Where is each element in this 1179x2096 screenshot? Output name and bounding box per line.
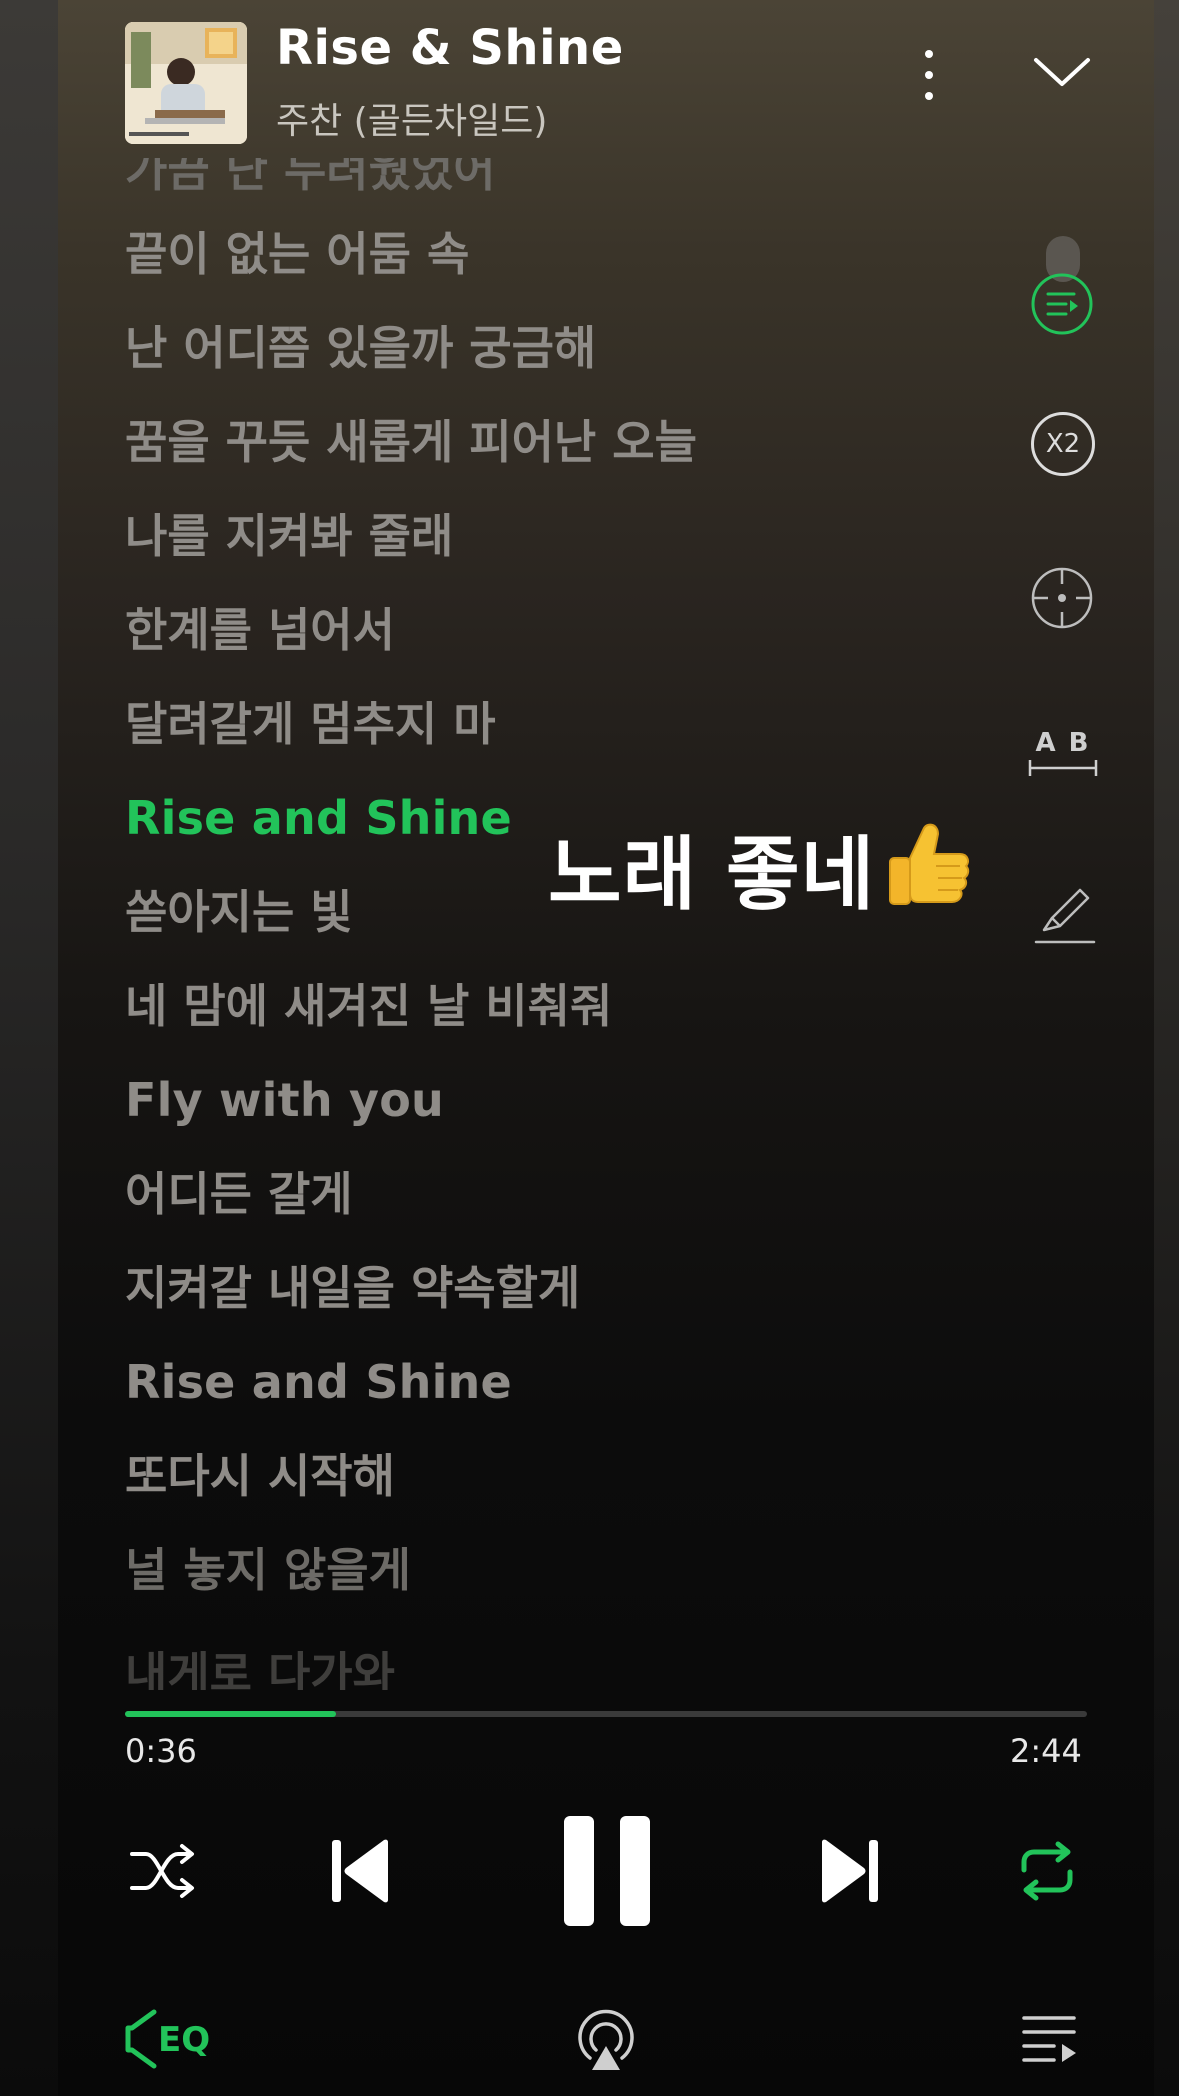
lyric-line[interactable]: 꿈을 꾸듯 새롭게 피어난 오늘 [125,412,697,472]
lyric-line[interactable]: 나를 지켜봐 줄래 [125,506,453,566]
lyric-line[interactable]: 가끔 난 두려웠었어 [125,158,496,200]
lyric-line[interactable]: 어디든 갈게 [125,1164,353,1224]
left-backdrop [0,0,58,2096]
lyric-line[interactable]: 네 맘에 새겨진 날 비춰줘 [125,976,612,1036]
highlighter-icon[interactable] [1032,878,1098,948]
lyric-line[interactable]: 한계를 넘어서 [125,600,395,660]
lyric-line[interactable]: 또다시 시작해 [125,1446,395,1506]
eq-icon [125,2009,157,2069]
repeat-icon[interactable] [1014,1840,1080,1902]
lyric-line[interactable]: Fly with you [125,1070,444,1130]
lyric-line[interactable]: 끝이 없는 어둠 속 [125,224,469,284]
eq-button[interactable]: EQ [124,2008,211,2070]
lyric-line[interactable]: Rise and Shine [125,1352,512,1412]
seek-bar[interactable] [125,1711,1087,1717]
overlay-comment: 노래 좋네 [548,828,876,921]
elapsed-time: 0:36 [125,1732,197,1770]
lyrics-mode-icon[interactable] [1030,272,1094,336]
track-title: Rise & Shine [276,20,624,76]
lyric-line[interactable]: 내게로 다가와 [125,1644,395,1690]
ab-repeat-icon[interactable]: A B [1028,728,1098,778]
speed-icon[interactable]: X2 [1031,412,1095,476]
lyric-line-active[interactable]: Rise and Shine [125,788,512,848]
eq-label: EQ [158,2020,211,2060]
lyric-line[interactable]: 널 놓지 않을게 [125,1540,411,1600]
chevron-down-icon[interactable] [1030,52,1094,92]
lyric-line[interactable]: 쏟아지는 빛 [125,882,353,942]
thumbs-up-icon [889,823,970,905]
right-backdrop [1154,0,1179,2096]
previous-icon[interactable] [330,1838,392,1904]
more-vertical-icon[interactable] [910,42,946,108]
lyric-line[interactable]: 지켜갈 내일을 약속할게 [125,1258,580,1318]
ab-repeat-label: A B [1035,728,1091,758]
pause-icon[interactable] [564,1816,650,1926]
speed-label: X2 [1045,429,1081,459]
track-artist[interactable]: 주찬 (골든차일드) [276,92,547,144]
queue-icon[interactable] [1020,2012,1080,2068]
album-art[interactable] [125,22,247,144]
next-icon[interactable] [818,1838,880,1904]
seek-bar-progress [125,1711,337,1717]
total-time: 2:44 [1010,1732,1082,1770]
lyric-line[interactable]: 달려갈게 멈추지 마 [125,694,496,754]
airplay-icon[interactable] [572,2006,640,2074]
lyric-line[interactable]: 난 어디쯤 있을까 궁금해 [125,318,596,378]
shuffle-icon[interactable] [128,1842,198,1900]
target-icon[interactable] [1030,566,1094,630]
